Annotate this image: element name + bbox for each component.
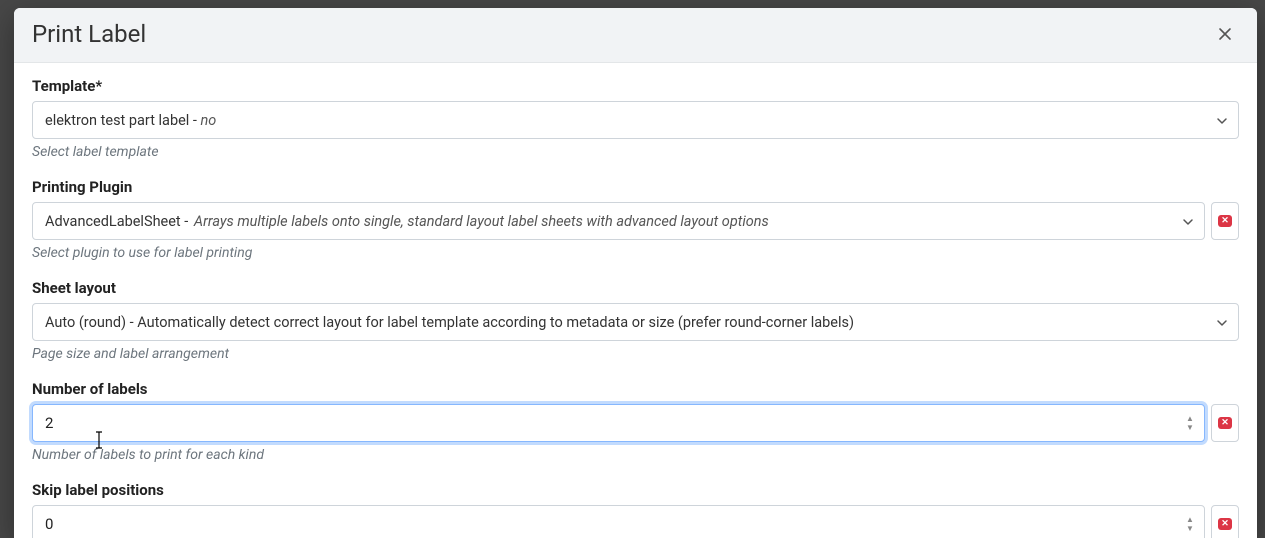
skip-group: Skip label positions 0 ▲ ▼ ✕ <box>32 481 1239 538</box>
modal-header: Print Label <box>14 8 1257 63</box>
chevron-down-icon <box>1216 115 1226 125</box>
skip-clear-button[interactable]: ✕ <box>1211 505 1239 538</box>
skip-label: Skip label positions <box>32 481 1239 499</box>
close-icon <box>1217 26 1233 42</box>
plugin-value: AdvancedLabelSheet - Arrays multiple lab… <box>45 213 769 230</box>
chevron-down-icon <box>1216 317 1226 327</box>
sheet-hint: Page size and label arrangement <box>32 346 1239 362</box>
modal-body: Template* elektron test part label - no … <box>14 63 1257 538</box>
modal-title: Print Label <box>32 20 146 48</box>
spinner-up-icon[interactable]: ▲ <box>1182 415 1198 423</box>
skip-spinner[interactable]: ▲ ▼ <box>1182 513 1198 535</box>
sheet-select[interactable]: Auto (round) - Automatically detect corr… <box>32 303 1239 341</box>
plugin-group: Printing Plugin AdvancedLabelSheet - Arr… <box>32 178 1239 261</box>
template-value: elektron test part label - no <box>45 112 216 129</box>
spinner-down-icon[interactable]: ▼ <box>1182 424 1198 432</box>
spinner-down-icon[interactable]: ▼ <box>1182 525 1198 533</box>
count-value: 2 <box>45 414 53 432</box>
clear-icon: ✕ <box>1218 417 1232 429</box>
sheet-value: Auto (round) - Automatically detect corr… <box>45 314 854 331</box>
clear-icon: ✕ <box>1218 215 1232 227</box>
template-label: Template* <box>32 77 1239 95</box>
count-hint: Number of labels to print for each kind <box>32 447 1239 463</box>
spinner-up-icon[interactable]: ▲ <box>1182 516 1198 524</box>
skip-input[interactable]: 0 ▲ ▼ <box>32 505 1205 538</box>
sheet-group: Sheet layout Auto (round) - Automaticall… <box>32 279 1239 362</box>
sheet-label: Sheet layout <box>32 279 1239 297</box>
count-group: Number of labels 2 ▲ ▼ ✕ Number of label… <box>32 380 1239 463</box>
chevron-down-icon <box>1182 216 1192 226</box>
template-select[interactable]: elektron test part label - no <box>32 101 1239 139</box>
close-button[interactable] <box>1211 20 1239 48</box>
print-label-modal: Print Label Template* elektron test part… <box>14 8 1257 538</box>
count-spinner[interactable]: ▲ ▼ <box>1182 412 1198 434</box>
plugin-select[interactable]: AdvancedLabelSheet - Arrays multiple lab… <box>32 202 1205 240</box>
plugin-clear-button[interactable]: ✕ <box>1211 202 1239 240</box>
count-clear-button[interactable]: ✕ <box>1211 404 1239 442</box>
count-input[interactable]: 2 ▲ ▼ <box>32 404 1205 442</box>
count-label: Number of labels <box>32 380 1239 398</box>
skip-value: 0 <box>45 515 53 533</box>
plugin-hint: Select plugin to use for label printing <box>32 245 1239 261</box>
plugin-label: Printing Plugin <box>32 178 1239 196</box>
template-hint: Select label template <box>32 144 1239 160</box>
template-group: Template* elektron test part label - no … <box>32 77 1239 160</box>
clear-icon: ✕ <box>1218 518 1232 530</box>
